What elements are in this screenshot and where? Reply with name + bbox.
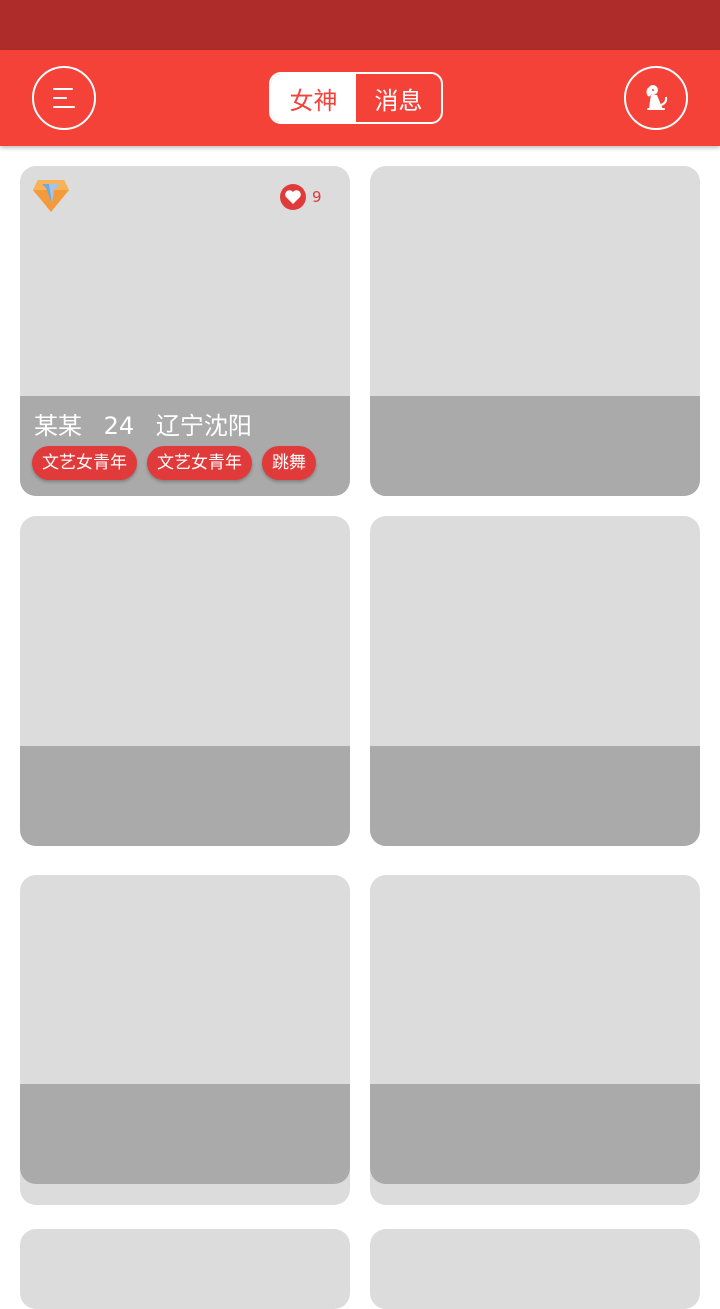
profile-card[interactable]: 9 某某 24 辽宁沈阳 文艺女青年 文艺女青年 跳舞: [20, 166, 350, 496]
pet-button[interactable]: [624, 66, 688, 130]
tag-chip[interactable]: 文艺女青年: [32, 446, 137, 480]
profile-age: 24: [103, 412, 135, 440]
tab-goddess[interactable]: 女神: [271, 74, 356, 122]
likes-count: 9: [312, 188, 322, 206]
profile-card-placeholder[interactable]: [370, 516, 700, 846]
status-bar: [0, 0, 720, 50]
card-info-overlay: [370, 396, 700, 496]
card-info-overlay: [20, 1084, 350, 1184]
profile-card-placeholder[interactable]: [370, 166, 700, 496]
dog-icon: [646, 85, 668, 110]
card-info-overlay: [20, 746, 350, 846]
profile-location: 辽宁沈阳: [155, 412, 252, 440]
card-info-overlay: [370, 1084, 700, 1184]
tab-messages[interactable]: 消息: [356, 74, 441, 122]
profile-name: 某某: [34, 412, 82, 440]
profile-card-placeholder[interactable]: [370, 875, 700, 1205]
card-info-overlay: [370, 746, 700, 846]
tag-chip[interactable]: 文艺女青年: [147, 446, 252, 480]
menu-button[interactable]: [32, 66, 96, 130]
tag-list: 文艺女青年 文艺女青年 跳舞: [32, 446, 326, 480]
profile-card-placeholder[interactable]: [20, 875, 350, 1205]
profile-card-placeholder[interactable]: [370, 1229, 700, 1309]
tab-switcher: 女神 消息: [269, 72, 443, 124]
likes-counter[interactable]: 9: [280, 184, 322, 210]
tag-chip[interactable]: 跳舞: [262, 446, 316, 480]
profile-info: 某某 24 辽宁沈阳: [34, 406, 266, 441]
heart-icon: [280, 184, 306, 210]
menu-icon: [53, 87, 75, 109]
vip-diamond-icon: [33, 180, 69, 212]
profile-card-placeholder[interactable]: [20, 1229, 350, 1309]
app-bar: 女神 消息: [0, 50, 720, 146]
profile-card-placeholder[interactable]: [20, 516, 350, 846]
